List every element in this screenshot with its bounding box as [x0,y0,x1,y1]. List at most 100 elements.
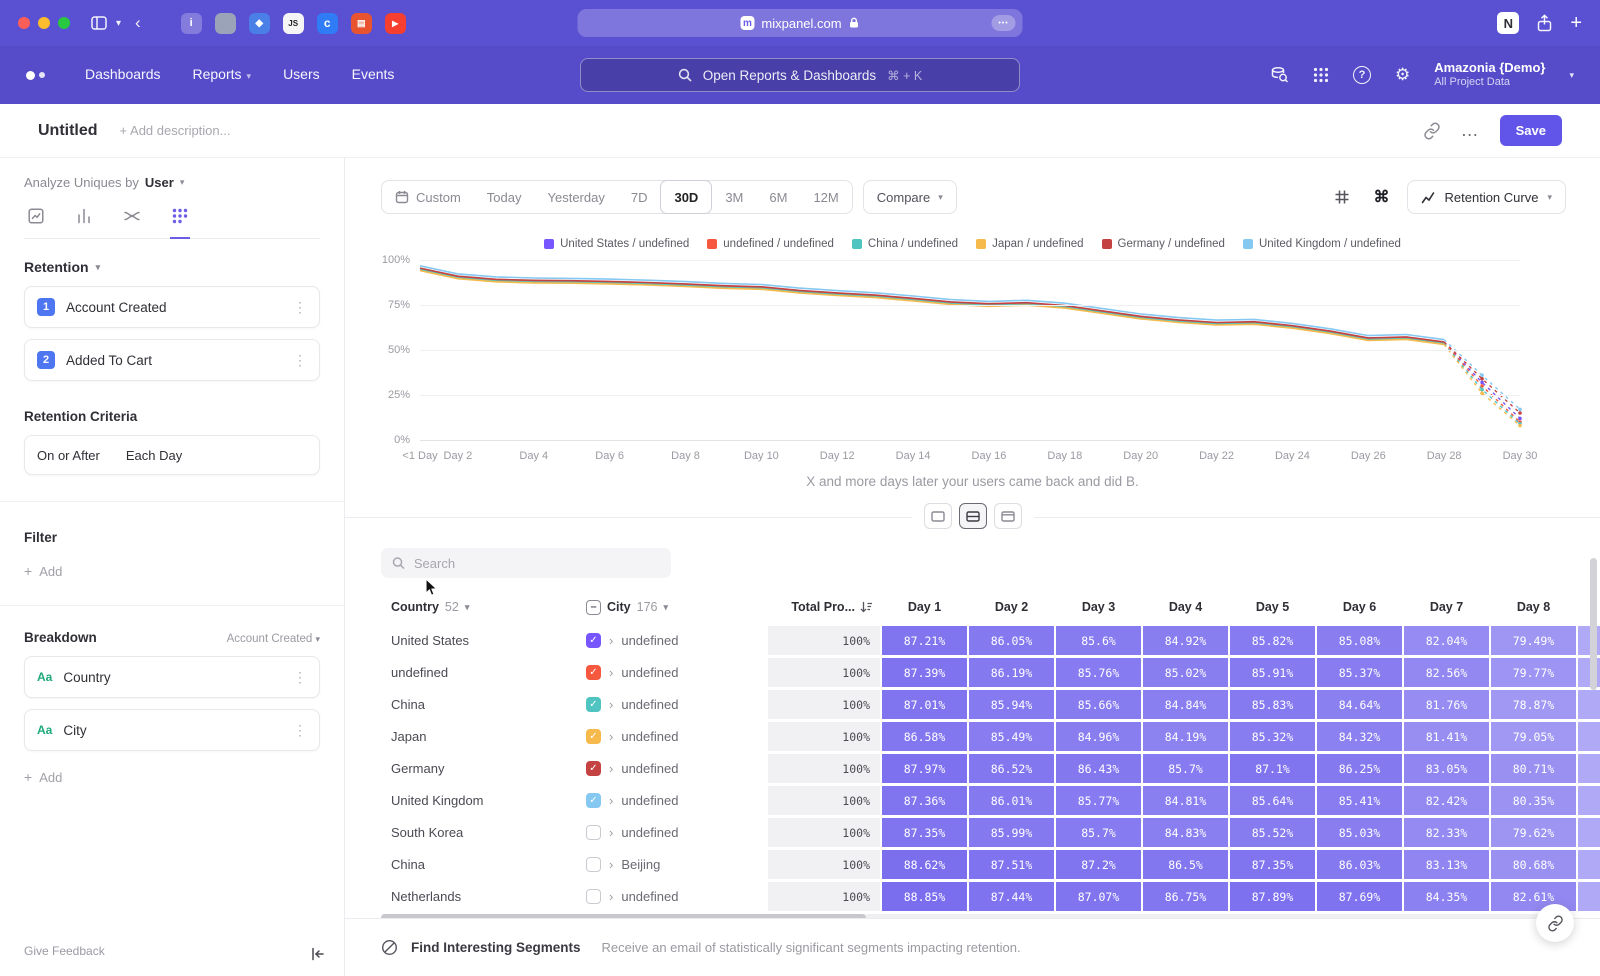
expand-row-icon[interactable]: › [609,889,613,904]
range-12m[interactable]: 12M [800,181,851,213]
report-title[interactable]: Untitled [38,122,98,140]
data-management-icon[interactable] [1270,66,1289,84]
row-checkbox[interactable]: ✓ [586,665,601,680]
retention-cell[interactable]: 84.83% [1143,818,1228,847]
retention-cell[interactable]: 84.19% [1143,722,1228,751]
total-column-header[interactable]: Total Pro... [768,600,880,614]
retention-cell[interactable]: 82.04% [1404,626,1489,655]
row-checkbox[interactable]: ✓ [586,793,601,808]
video-extension-icon[interactable]: ▶ [385,13,406,34]
criteria-interval[interactable]: Each Day [126,448,182,463]
retention-cell[interactable]: 80.35% [1491,786,1576,815]
retention-cell[interactable]: 79.62% [1491,818,1576,847]
retention-cell[interactable]: 82.42% [1404,786,1489,815]
retention-cell[interactable]: 79.05% [1491,722,1576,751]
retention-cell[interactable]: 85.52% [1230,818,1315,847]
day-column-header[interactable]: Day 2 [969,600,1054,614]
retention-cell[interactable]: 85.82% [1230,626,1315,655]
retention-cell[interactable]: 82.33% [1404,818,1489,847]
docs-extension-icon[interactable]: ▤ [351,13,372,34]
retention-cell[interactable]: 86.01% [969,786,1054,815]
retention-cell[interactable]: 84.92% [1143,626,1228,655]
kebab-menu-icon[interactable]: ⋮ [293,352,307,369]
settings-icon[interactable]: ⚙ [1395,65,1410,85]
profile-extension-icon[interactable] [215,13,236,34]
zoom-window-button[interactable] [58,17,70,29]
step-event-label[interactable]: Account Created [66,300,167,315]
day-column-header[interactable]: Day 4 [1143,600,1228,614]
select-all-checkbox[interactable]: – [586,600,601,615]
command-icon[interactable]: ⌘ [1367,182,1397,212]
apps-grid-icon[interactable] [1313,67,1329,83]
share-icon[interactable] [1536,14,1553,32]
legend-item[interactable]: United States / undefined [544,238,689,250]
range-30d[interactable]: 30D [660,180,712,214]
view-split-icon[interactable] [959,503,987,529]
country-cell[interactable]: Netherlands [381,882,576,911]
retention-cell[interactable]: 83.13% [1404,850,1489,879]
expand-row-icon[interactable]: › [609,729,613,744]
range-7d[interactable]: 7D [618,181,661,213]
city-value[interactable]: undefined [621,793,678,808]
criteria-condition[interactable]: On or After [37,448,100,463]
retention-section-label[interactable]: Retention [24,259,89,275]
global-search[interactable]: Open Reports & Dashboards ⌘ + K [580,58,1020,92]
retention-cell[interactable]: 87.51% [969,850,1054,879]
retention-cell[interactable]: 85.77% [1056,786,1141,815]
retention-cell[interactable]: 85.41% [1317,786,1402,815]
info-extension-icon[interactable]: i [181,13,202,34]
range-6m[interactable]: 6M [756,181,800,213]
retention-cell[interactable]: 86.25% [1317,754,1402,783]
js-extension-icon[interactable]: JS [283,13,304,34]
vertical-scrollbar[interactable] [1590,558,1597,690]
retention-cell[interactable]: 87.21% [882,626,967,655]
retention-criteria-card[interactable]: On or After Each Day [24,435,320,475]
retention-cell[interactable]: 87.69% [1317,882,1402,911]
retention-cell[interactable]: 85.64% [1230,786,1315,815]
retention-cell[interactable]: 87.1% [1230,754,1315,783]
range-3m[interactable]: 3M [712,181,756,213]
retention-cell[interactable]: 83.05% [1404,754,1489,783]
add-filter-button[interactable]: + Add [24,563,320,579]
table-search-input[interactable] [414,556,660,571]
retention-cell[interactable]: 86.43% [1056,754,1141,783]
retention-cell[interactable]: 79.49% [1491,626,1576,655]
cube-extension-icon[interactable]: ◆ [249,13,270,34]
retention-cell[interactable]: 86.03% [1317,850,1402,879]
row-checkbox[interactable] [586,857,601,872]
city-value[interactable]: Beijing [621,857,660,872]
retention-cell[interactable]: 78.87% [1491,690,1576,719]
retention-step-card[interactable]: 2Added To Cart⋮ [24,339,320,381]
breakdown-property-label[interactable]: Country [63,670,110,685]
retention-cell[interactable]: 88.62% [882,850,967,879]
retention-cell[interactable]: 86.75% [1143,882,1228,911]
expand-row-icon[interactable]: › [609,665,613,680]
retention-cell[interactable]: 86.5% [1143,850,1228,879]
row-checkbox[interactable] [586,889,601,904]
retention-cell[interactable]: 84.35% [1404,882,1489,911]
retention-cell[interactable]: 84.84% [1143,690,1228,719]
project-switcher[interactable]: Amazonia {Demo} All Project Data [1434,60,1545,90]
tab-insights-icon[interactable] [26,206,46,238]
retention-cell[interactable]: 86.05% [969,626,1054,655]
expand-row-icon[interactable]: › [609,697,613,712]
collapse-sidebar-icon[interactable] [310,946,326,962]
retention-cell[interactable]: 85.66% [1056,690,1141,719]
tab-flows-icon[interactable] [122,206,142,238]
retention-cell[interactable]: 88.85% [882,882,967,911]
browser-sidebar-toggle-icon[interactable] [90,14,108,32]
nav-events[interactable]: Events [352,66,395,82]
retention-cell[interactable]: 87.35% [1230,850,1315,879]
url-bar[interactable]: m mixpanel.com ••• [578,9,1023,37]
mixpanel-logo[interactable] [26,71,45,80]
retention-cell[interactable]: 81.76% [1404,690,1489,719]
retention-cell[interactable]: 87.35% [882,818,967,847]
retention-cell[interactable]: 84.32% [1317,722,1402,751]
step-event-label[interactable]: Added To Cart [66,353,152,368]
save-button[interactable]: Save [1500,115,1562,146]
retention-cell[interactable]: 85.6% [1056,626,1141,655]
retention-cell[interactable]: 85.94% [969,690,1054,719]
retention-cell[interactable]: 85.99% [969,818,1054,847]
day-column-header[interactable]: Day 3 [1056,600,1141,614]
add-breakdown-button[interactable]: + Add [24,769,320,785]
